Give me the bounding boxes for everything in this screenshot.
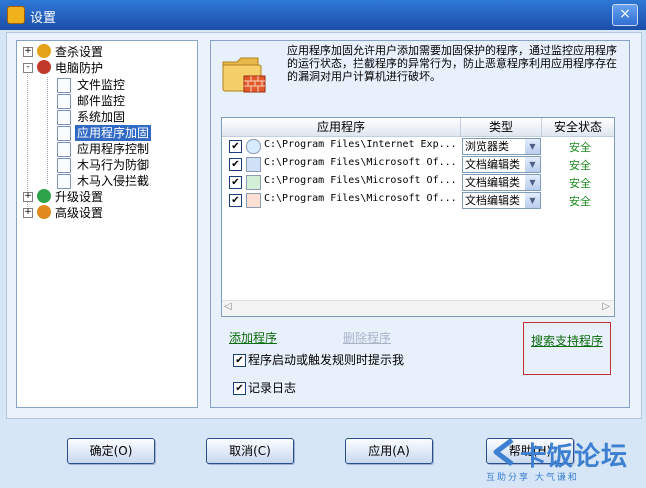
tree-item-label: 电脑防护 xyxy=(55,61,104,75)
checkbox[interactable]: ✔ xyxy=(233,382,246,395)
tree-item-label: 木马入侵拦截 xyxy=(77,174,150,188)
page-icon xyxy=(57,78,71,93)
scroll-right-icon[interactable]: ▷ xyxy=(602,301,610,312)
type-dropdown[interactable]: 文档编辑类 ▼ xyxy=(462,192,541,209)
column-header-status[interactable]: 安全状态 xyxy=(542,118,614,137)
tree-item-label: 查杀设置 xyxy=(55,45,104,59)
ok-button[interactable]: 确定(O) xyxy=(67,438,155,464)
page-icon xyxy=(57,126,71,141)
window-title: 设置 xyxy=(30,11,57,26)
table-row[interactable]: ✔ C:\Program Files\Internet Exp... 浏览器类 ▼… xyxy=(222,137,614,155)
table-row[interactable]: ✔ C:\Program Files\Microsoft Of... 文档编辑类… xyxy=(222,155,614,173)
checkbox-label: 记录日志 xyxy=(248,381,297,395)
page-icon xyxy=(57,110,71,125)
table-row[interactable]: ✔ C:\Program Files\Microsoft Of... 文档编辑类… xyxy=(222,173,614,191)
expand-icon[interactable]: + xyxy=(23,208,33,218)
expand-icon[interactable]: + xyxy=(23,47,33,57)
type-dropdown[interactable]: 文档编辑类 ▼ xyxy=(462,156,541,173)
tree-item-label: 高级设置 xyxy=(55,206,104,220)
shield-icon xyxy=(37,60,51,74)
row-checkbox[interactable]: ✔ xyxy=(229,176,242,189)
checkbox[interactable]: ✔ xyxy=(233,354,246,367)
type-dropdown[interactable]: 浏览器类 ▼ xyxy=(462,138,541,155)
chevron-down-icon[interactable]: ▼ xyxy=(525,157,540,172)
powerpoint-icon xyxy=(246,193,261,208)
page-icon xyxy=(57,158,71,173)
tree-item-label: 木马行为防御 xyxy=(77,158,150,172)
close-button[interactable]: × xyxy=(612,4,638,26)
status-badge: 安全 xyxy=(569,159,591,172)
update-icon xyxy=(37,189,51,203)
logo-mark-icon xyxy=(493,438,514,466)
chevron-down-icon[interactable]: ▼ xyxy=(525,139,540,154)
row-checkbox[interactable]: ✔ xyxy=(229,158,242,171)
column-header-type[interactable]: 类型 xyxy=(461,118,542,137)
type-value: 文档编辑类 xyxy=(465,158,520,171)
apply-button[interactable]: 应用(A) xyxy=(345,438,433,464)
scan-icon xyxy=(37,44,51,58)
chevron-down-icon[interactable]: ▼ xyxy=(525,175,540,190)
excel-icon xyxy=(246,175,261,190)
tree-item-label: 系统加固 xyxy=(77,110,126,124)
add-program-link[interactable]: 添加程序 xyxy=(229,329,277,346)
kafan-watermark-logo: 卡饭论坛 互助分享 大气谦和 xyxy=(486,432,646,488)
app-icon xyxy=(7,6,25,24)
status-badge: 安全 xyxy=(569,195,591,208)
checkbox-label: 程序启动或触发规则时提示我 xyxy=(248,353,405,367)
watermark-slogan: 互助分享 大气谦和 xyxy=(486,473,579,483)
tree-item-label: 升级设置 xyxy=(55,190,104,204)
app-path: C:\Program Files\Microsoft Of... xyxy=(264,157,457,168)
type-dropdown[interactable]: 文档编辑类 ▼ xyxy=(462,174,541,191)
search-supported-programs-link[interactable]: 搜索支持程序 xyxy=(531,332,603,349)
tree-item-label: 应用程序控制 xyxy=(77,142,150,156)
gear-icon xyxy=(37,205,51,219)
type-value: 文档编辑类 xyxy=(465,176,520,189)
internet-explorer-icon xyxy=(246,139,261,154)
app-path: C:\Program Files\Microsoft Of... xyxy=(264,193,457,204)
title-bar: 设置 × xyxy=(0,0,646,30)
status-badge: 安全 xyxy=(569,177,591,190)
column-header-app[interactable]: 应用程序 xyxy=(222,118,461,137)
app-list: 应用程序 类型 安全状态 ✔ C:\Program Files\Internet… xyxy=(221,117,615,317)
page-icon xyxy=(57,94,71,109)
tree-item-label: 文件监控 xyxy=(77,78,126,92)
table-row[interactable]: ✔ C:\Program Files\Microsoft Of... 文档编辑类… xyxy=(222,191,614,209)
expand-icon[interactable]: + xyxy=(23,192,33,202)
cancel-button[interactable]: 取消(C) xyxy=(206,438,294,464)
tree-item-label: 邮件监控 xyxy=(77,94,126,108)
chevron-down-icon[interactable]: ▼ xyxy=(525,193,540,208)
app-path: C:\Program Files\Microsoft Of... xyxy=(264,175,457,186)
remove-program-link[interactable]: 删除程序 xyxy=(343,329,391,346)
tree-item-label: 应用程序加固 xyxy=(75,125,152,141)
app-path: C:\Program Files\Internet Exp... xyxy=(264,139,457,150)
collapse-icon[interactable]: - xyxy=(23,63,33,73)
row-checkbox[interactable]: ✔ xyxy=(229,194,242,207)
status-badge: 安全 xyxy=(569,141,591,154)
settings-window: 设置 × + 查杀设置 - 电脑防护 文件监控 邮件监控 系统加固 应用程序加固… xyxy=(0,0,646,488)
type-value: 文档编辑类 xyxy=(465,194,520,207)
folder-shield-icon xyxy=(222,57,266,93)
type-value: 浏览器类 xyxy=(465,140,509,153)
watermark-title: 卡饭论坛 xyxy=(520,442,629,472)
page-icon xyxy=(57,174,71,189)
scroll-left-icon[interactable]: ◁ xyxy=(224,301,232,312)
page-icon xyxy=(57,142,71,157)
word-icon xyxy=(246,157,261,172)
horizontal-scrollbar[interactable]: ◁ ▷ xyxy=(222,300,614,316)
tree-line xyxy=(47,77,48,184)
settings-tree: + 查杀设置 - 电脑防护 文件监控 邮件监控 系统加固 应用程序加固 应用程序… xyxy=(16,40,198,408)
row-checkbox[interactable]: ✔ xyxy=(229,140,242,153)
feature-description: 应用程序加固允许用户添加需要加固保护的程序，通过监控应用程序的运行状态，拦截程序… xyxy=(287,44,617,83)
